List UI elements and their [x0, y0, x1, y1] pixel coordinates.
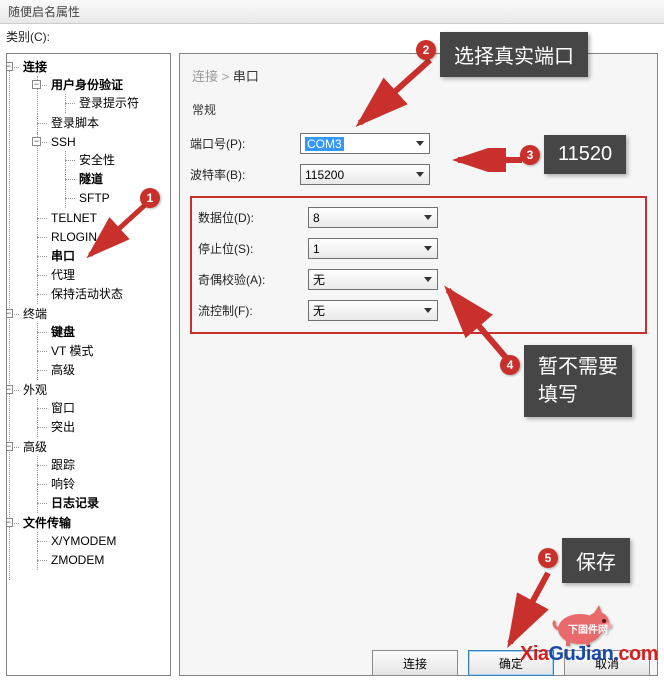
annotation-text-3: 11520 [544, 135, 626, 174]
tree-item-login-prompt[interactable]: 登录提示符 [65, 94, 168, 113]
annotation-badge-1: 1 [140, 188, 160, 208]
tree-item-serial[interactable]: 串口 [37, 247, 168, 266]
parity-select[interactable]: 无 [308, 269, 438, 290]
tree-item-connection[interactable]: −连接 −用户身份验证 登录提示符 登录脚本 −SSH 安全性 隧道 SFTP … [9, 58, 168, 305]
baud-label: 波特率(B): [190, 166, 300, 183]
databits-select[interactable]: 8 [308, 207, 438, 228]
baud-value: 115200 [305, 168, 344, 182]
breadcrumb-parent: 连接 [192, 69, 218, 84]
parity-label: 奇偶校验(A): [198, 271, 308, 288]
collapse-icon[interactable]: − [6, 309, 13, 318]
tree-item-logging[interactable]: 日志记录 [37, 494, 168, 513]
tree-item-bell[interactable]: 响铃 [37, 475, 168, 494]
tree-item-telnet[interactable]: TELNET [37, 209, 168, 228]
annotation-text-4: 暂不需要 填写 [524, 345, 632, 417]
flow-label: 流控制(F): [198, 302, 308, 319]
chevron-down-icon[interactable] [420, 272, 435, 287]
port-label: 端口号(P): [190, 135, 300, 152]
svg-text:下固件网: 下固件网 [568, 623, 608, 636]
tree-item-highlight[interactable]: 突出 [37, 418, 168, 437]
tree-item-login-script[interactable]: 登录脚本 [37, 114, 168, 133]
collapse-icon[interactable]: − [32, 80, 41, 89]
tree-item-advanced[interactable]: −高级 跟踪 响铃 日志记录 [9, 438, 168, 514]
row-flow: 流控制(F): 无 [198, 295, 639, 326]
annotation-badge-2: 2 [416, 40, 436, 60]
tree-item-rlogin[interactable]: RLOGIN [37, 228, 168, 247]
chevron-down-icon[interactable] [420, 210, 435, 225]
tree-item-proxy[interactable]: 代理 [37, 266, 168, 285]
window-titlebar: 随便启名属性 [0, 0, 664, 24]
annotation-badge-4: 4 [500, 355, 520, 375]
port-select[interactable]: COM3 [300, 133, 430, 154]
category-tree-pane: −连接 −用户身份验证 登录提示符 登录脚本 −SSH 安全性 隧道 SFTP … [6, 53, 171, 676]
chevron-down-icon[interactable] [412, 167, 427, 182]
tree-item-keep-active[interactable]: 保持活动状态 [37, 285, 168, 304]
annotation-text-5: 保存 [562, 538, 630, 583]
stopbits-label: 停止位(S): [198, 240, 308, 257]
breadcrumb-current: 串口 [233, 69, 259, 84]
collapse-icon[interactable]: − [6, 442, 13, 451]
tree-item-zmodem[interactable]: ZMODEM [37, 551, 168, 570]
highlighted-group: 数据位(D): 8 停止位(S): 1 奇偶校验(A): 无 [190, 196, 647, 334]
collapse-icon[interactable]: − [6, 62, 13, 71]
annotation-badge-5: 5 [538, 548, 558, 568]
tree-item-advanced-term[interactable]: 高级 [37, 361, 168, 380]
tree-item-tunnel[interactable]: 隧道 [65, 170, 168, 189]
collapse-icon[interactable]: − [6, 518, 13, 527]
tree-item-vt-mode[interactable]: VT 模式 [37, 342, 168, 361]
chevron-down-icon[interactable] [420, 241, 435, 256]
tree-item-appearance[interactable]: −外观 窗口 突出 [9, 381, 168, 438]
tree-item-window[interactable]: 窗口 [37, 399, 168, 418]
tree-item-terminal[interactable]: −终端 键盘 VT 模式 高级 [9, 305, 168, 381]
collapse-icon[interactable]: − [6, 385, 13, 394]
row-databits: 数据位(D): 8 [198, 202, 639, 233]
chevron-down-icon[interactable] [420, 303, 435, 318]
annotation-text-2: 选择真实端口 [440, 32, 588, 77]
databits-label: 数据位(D): [198, 209, 308, 226]
window-title: 随便启名属性 [8, 5, 80, 19]
watermark-text: XiaGuJian.com [520, 643, 658, 666]
tree-item-keyboard[interactable]: 键盘 [37, 323, 168, 342]
tree-item-xymodem[interactable]: X/YMODEM [37, 532, 168, 551]
collapse-icon[interactable]: − [32, 137, 41, 146]
chevron-down-icon[interactable] [412, 136, 427, 151]
flow-select[interactable]: 无 [308, 300, 438, 321]
baud-select[interactable]: 115200 [300, 164, 430, 185]
databits-value: 8 [313, 211, 320, 225]
tree-item-trace[interactable]: 跟踪 [37, 456, 168, 475]
stopbits-select[interactable]: 1 [308, 238, 438, 259]
port-value: COM3 [305, 137, 344, 151]
flow-value: 无 [313, 302, 325, 319]
tree-item-user-auth[interactable]: −用户身份验证 登录提示符 [37, 76, 168, 114]
section-title: 常规 [190, 99, 647, 128]
category-tree: −连接 −用户身份验证 登录提示符 登录脚本 −SSH 安全性 隧道 SFTP … [9, 58, 168, 571]
parity-value: 无 [313, 271, 325, 288]
row-parity: 奇偶校验(A): 无 [198, 264, 639, 295]
tree-item-security[interactable]: 安全性 [65, 151, 168, 170]
connect-button[interactable]: 连接 [372, 650, 458, 676]
stopbits-value: 1 [313, 242, 320, 256]
row-stopbits: 停止位(S): 1 [198, 233, 639, 264]
annotation-badge-3: 3 [520, 145, 540, 165]
tree-item-file-transfer[interactable]: −文件传输 X/YMODEM ZMODEM [9, 514, 168, 571]
